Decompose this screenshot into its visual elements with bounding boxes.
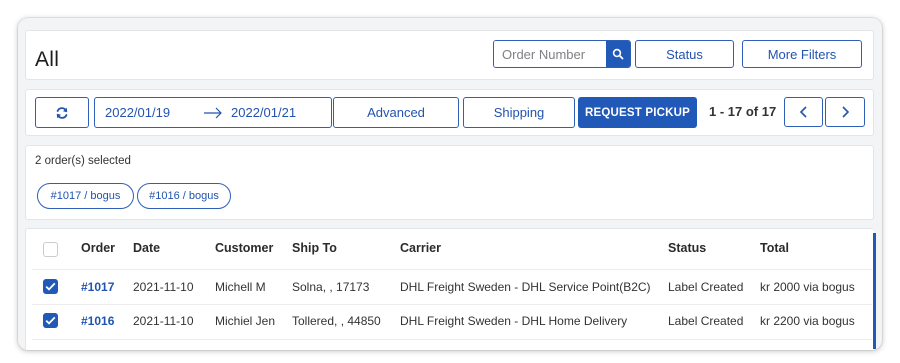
order-date: 2021-11-10 bbox=[133, 314, 194, 328]
column-header-total[interactable]: Total bbox=[760, 241, 789, 255]
order-status: Label Created bbox=[668, 280, 744, 294]
next-page-button[interactable] bbox=[825, 97, 865, 127]
refresh-icon bbox=[56, 106, 68, 119]
search-button[interactable] bbox=[606, 41, 630, 67]
order-status: Label Created bbox=[668, 314, 744, 328]
column-header-ship-to[interactable]: Ship To bbox=[292, 241, 337, 255]
order-link[interactable]: #1017 bbox=[81, 280, 114, 294]
request-pickup-button[interactable]: REQUEST PICKUP bbox=[578, 97, 697, 128]
row-divider bbox=[32, 339, 872, 340]
arrow-right-icon bbox=[204, 107, 222, 119]
chevron-left-icon bbox=[799, 106, 807, 118]
order-search bbox=[493, 40, 631, 68]
check-icon bbox=[45, 282, 56, 291]
carrier: DHL Freight Sweden - DHL Service Point(B… bbox=[400, 280, 651, 294]
column-header-date[interactable]: Date bbox=[133, 241, 160, 255]
row-divider bbox=[32, 304, 872, 305]
advanced-button[interactable]: Advanced bbox=[333, 97, 459, 128]
column-header-customer[interactable]: Customer bbox=[215, 241, 273, 255]
orders-table: Order Date Customer Ship To Carrier Stat… bbox=[25, 228, 876, 350]
row-divider bbox=[32, 269, 872, 270]
date-from[interactable]: 2022/01/19 bbox=[105, 105, 170, 120]
selected-order-chip[interactable]: #1016 / bogus bbox=[137, 183, 231, 209]
header-panel: All Status More Filters bbox=[25, 30, 874, 80]
column-header-order[interactable]: Order bbox=[81, 241, 115, 255]
chevron-right-icon bbox=[842, 106, 850, 118]
ship-to: Solna, , 17173 bbox=[292, 280, 370, 294]
date-to[interactable]: 2022/01/21 bbox=[231, 105, 296, 120]
selection-panel: 2 order(s) selected #1017 / bogus #1016 … bbox=[25, 145, 874, 220]
order-total: kr 2000 via bogus bbox=[760, 280, 855, 294]
shipping-button[interactable]: Shipping bbox=[463, 97, 575, 128]
order-date: 2021-11-10 bbox=[133, 280, 194, 294]
prev-page-button[interactable] bbox=[784, 97, 823, 127]
status-filter-button[interactable]: Status bbox=[635, 40, 734, 68]
search-icon bbox=[612, 48, 624, 60]
row-checkbox[interactable] bbox=[43, 279, 58, 294]
order-total: kr 2200 via bogus bbox=[760, 314, 855, 328]
column-header-status[interactable]: Status bbox=[668, 241, 706, 255]
select-all-checkbox[interactable] bbox=[43, 242, 58, 257]
ship-to: Tollered, , 44850 bbox=[292, 314, 381, 328]
carrier: DHL Freight Sweden - DHL Home Delivery bbox=[400, 314, 628, 328]
page-title: All bbox=[35, 48, 60, 71]
order-number-input[interactable] bbox=[494, 41, 606, 67]
date-range-picker[interactable]: 2022/01/19 2022/01/21 bbox=[94, 97, 332, 128]
pagination-text: 1 - 17 of 17 bbox=[709, 104, 777, 119]
column-header-carrier[interactable]: Carrier bbox=[400, 241, 441, 255]
table-scrollbar[interactable] bbox=[873, 233, 876, 349]
selected-order-chip[interactable]: #1017 / bogus bbox=[37, 183, 134, 209]
order-link[interactable]: #1016 bbox=[81, 314, 114, 328]
check-icon bbox=[45, 316, 56, 325]
customer-name: Michell M bbox=[215, 280, 266, 294]
selected-count: 2 order(s) selected bbox=[35, 155, 131, 167]
toolbar-panel: 2022/01/19 2022/01/21 Advanced Shipping … bbox=[25, 89, 874, 136]
refresh-button[interactable] bbox=[35, 97, 89, 128]
more-filters-button[interactable]: More Filters bbox=[742, 40, 862, 68]
row-checkbox[interactable] bbox=[43, 313, 58, 328]
app-window: All Status More Filters 2022/01/19 bbox=[18, 18, 882, 350]
customer-name: Michiel Jen bbox=[215, 314, 276, 328]
